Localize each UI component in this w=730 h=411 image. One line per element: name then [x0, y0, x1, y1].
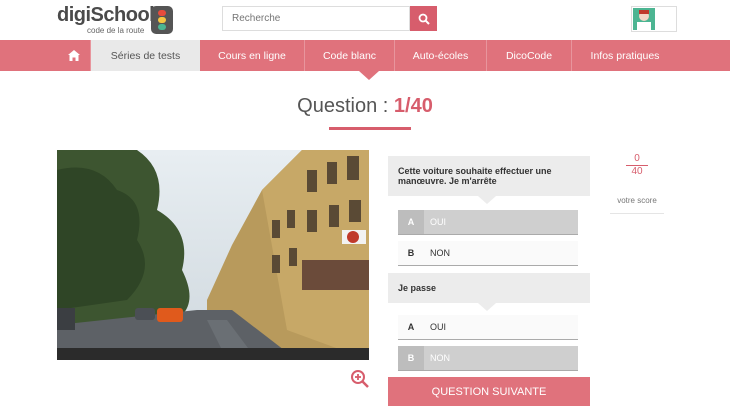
brand-subtitle: code de la route — [87, 26, 145, 35]
title-underline — [329, 127, 411, 130]
nav-series-tests[interactable]: Séries de tests — [91, 40, 200, 71]
question-statement-2: Je passe — [388, 273, 590, 311]
search-button[interactable] — [410, 6, 437, 31]
home-icon — [67, 50, 80, 61]
score-numerator: 0 — [626, 153, 648, 166]
question-number: 1/40 — [393, 95, 433, 117]
score-denominator: 40 — [631, 166, 643, 177]
search-input[interactable] — [222, 6, 410, 31]
answer-2-b[interactable]: B NON — [398, 346, 578, 371]
score-label: votre score — [617, 196, 657, 205]
home-button[interactable] — [57, 40, 91, 71]
question-title: Question : 1/40 — [0, 95, 730, 118]
answer-1-a[interactable]: A OUI — [398, 210, 578, 235]
traffic-light-icon — [151, 6, 173, 34]
search-icon — [418, 13, 430, 25]
score-fraction: 0 40 — [626, 153, 648, 178]
answer-1-b[interactable]: B NON — [398, 241, 578, 266]
question-1-text: Cette voiture souhaite effectuer une man… — [398, 166, 552, 186]
question-statement-1: Cette voiture souhaite effectuer une man… — [388, 156, 590, 204]
header: digiSchool code de la route — [0, 0, 730, 40]
nav-cours-en-ligne[interactable]: Cours en ligne — [200, 40, 305, 71]
score-divider — [610, 213, 664, 214]
nav-dicocode[interactable]: DicoCode — [487, 40, 572, 71]
nav-code-blanc[interactable]: Code blanc — [305, 40, 395, 71]
zoom-in-button[interactable] — [350, 369, 370, 389]
brand-name: digiSchool — [57, 4, 155, 26]
user-avatar[interactable] — [631, 6, 677, 32]
question-photo — [57, 150, 369, 360]
digischool-logo[interactable]: digiSchool code de la route — [57, 4, 177, 38]
nav-infos-pratiques[interactable]: Infos pratiques — [572, 40, 678, 71]
avatar-image — [633, 8, 655, 30]
zoom-in-icon — [351, 370, 369, 388]
nav-auto-ecoles[interactable]: Auto-écoles — [395, 40, 487, 71]
next-question-button[interactable]: QUESTION SUIVANTE — [388, 377, 590, 406]
score-panel: 0 40 votre score — [610, 153, 664, 214]
question-2-text: Je passe — [398, 283, 437, 293]
nav-pointer — [359, 71, 379, 80]
main-nav: Séries de tests Cours en ligne Code blan… — [0, 40, 730, 71]
question-prefix: Question : — [297, 95, 389, 117]
answer-2-a[interactable]: A OUI — [398, 315, 578, 340]
